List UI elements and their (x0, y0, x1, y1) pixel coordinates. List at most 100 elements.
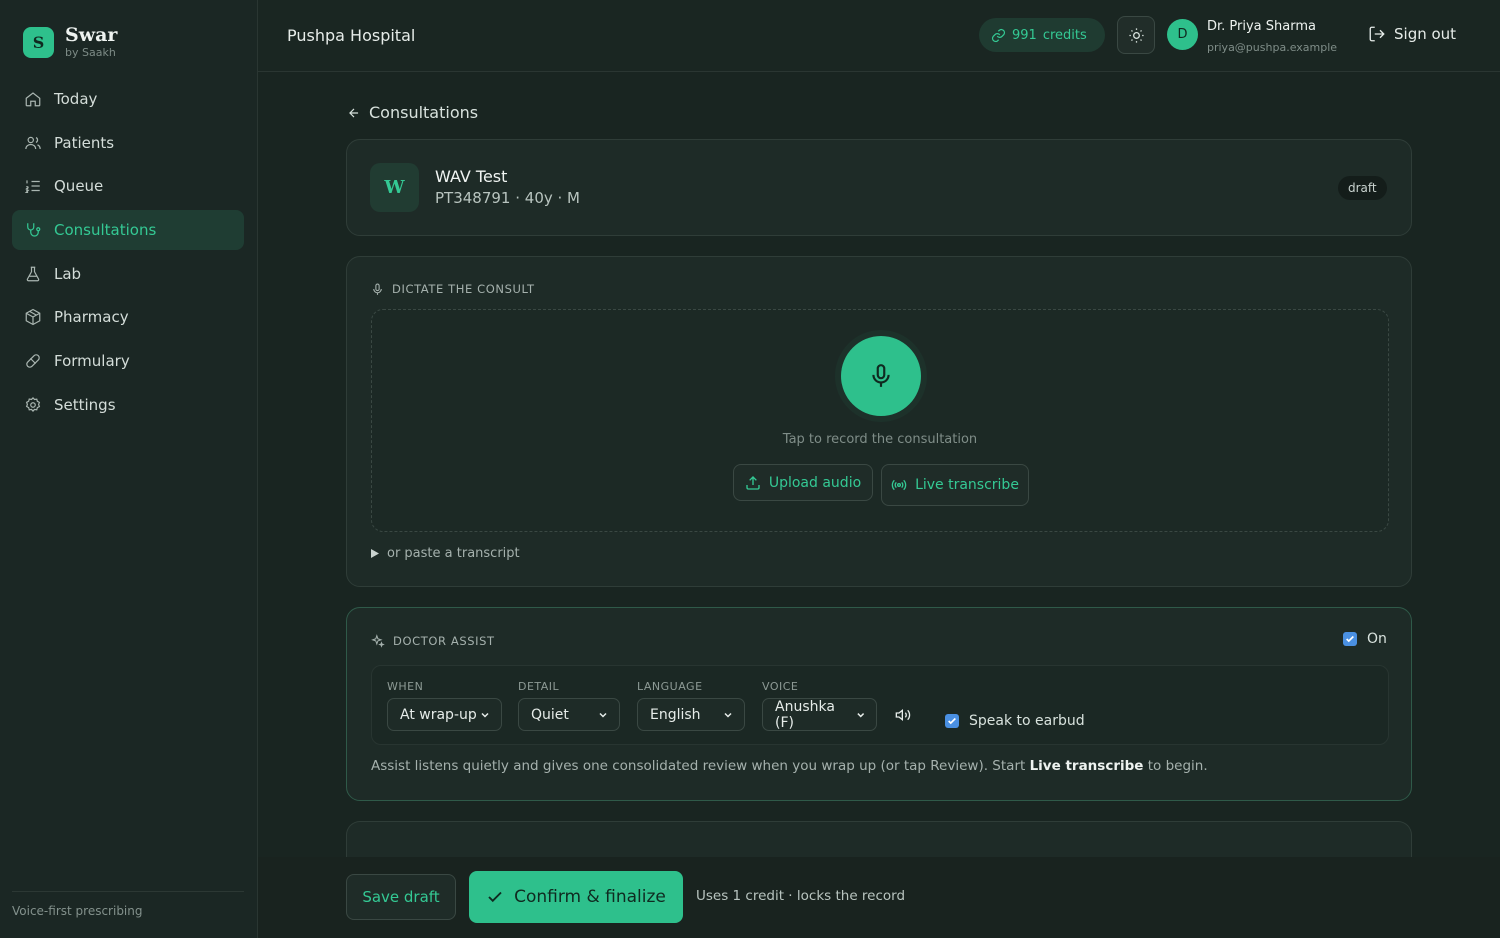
chevron-down-icon (481, 712, 489, 718)
brand[interactable]: S Swar by Saakh (23, 26, 117, 58)
earbud-label: Speak to earbud (969, 713, 1085, 729)
detail-label: DETAIL (518, 680, 560, 693)
check-icon (488, 891, 502, 903)
sidebar-item-consultations[interactable]: Consultations (12, 210, 244, 251)
record-dropzone[interactable]: Tap to record the consultation Upload au… (371, 309, 1389, 532)
voice-label: VOICE (762, 680, 799, 693)
when-label: WHEN (387, 680, 424, 693)
sidebar-item-label: Consultations (54, 221, 157, 240)
sidebar-item-label: Formulary (54, 352, 130, 371)
dictate-section-title: DICTATE THE CONSULT (371, 282, 535, 296)
when-value: At wrap-up (400, 706, 477, 723)
mic-small-icon (373, 283, 382, 295)
user-email: priya@pushpa.example (1207, 41, 1338, 54)
assist-description: Assist listens quietly and gives one con… (371, 758, 1208, 774)
dictate-card: DICTATE THE CONSULT Tap to record the co… (346, 256, 1412, 587)
chevron-down-icon (599, 712, 607, 718)
speak-to-earbud-toggle[interactable]: Speak to earbud (945, 713, 1085, 729)
sun-icon (1128, 27, 1144, 43)
live-transcribe-label: Live transcribe (915, 477, 1019, 493)
when-field: WHEN At wrap-up (387, 680, 502, 731)
patient-name: WAV Test (435, 167, 508, 186)
home-icon (25, 92, 41, 107)
record-button[interactable] (841, 336, 921, 416)
brand-name: Swar (65, 24, 118, 46)
stethoscope-icon (27, 223, 41, 237)
voice-field: VOICE Anushka (F) (762, 680, 877, 731)
assist-title: DOCTOR ASSIST (393, 634, 495, 648)
sidebar-item-label: Settings (54, 395, 116, 414)
list-ordered-icon (24, 180, 40, 194)
doctor-assist-card: DOCTOR ASSIST On WHEN At wrap-up DETAIL … (346, 607, 1412, 801)
paste-transcript-toggle[interactable]: or paste a transcript (371, 546, 520, 561)
sidebar-item-label: Today (54, 90, 98, 108)
logout-icon (1369, 26, 1385, 42)
when-select[interactable]: At wrap-up (387, 698, 502, 731)
credits-badge[interactable]: 991 credits (979, 18, 1105, 52)
gear-icon (25, 396, 41, 412)
caret-right-icon (371, 549, 379, 558)
confirm-finalize-button[interactable]: Confirm & finalize (469, 871, 683, 923)
chevron-down-icon (856, 712, 864, 717)
microphone-icon (872, 364, 890, 387)
link-icon (991, 28, 1006, 42)
sidebar-tagline: Voice-first prescribing (12, 891, 244, 918)
assist-toggle-label: On (1367, 631, 1387, 647)
sidebar-item-lab[interactable]: Lab (12, 254, 244, 294)
patient-avatar: W (370, 163, 419, 212)
paste-transcript-label: or paste a transcript (387, 546, 520, 561)
confirm-note: Uses 1 credit · locks the record (696, 888, 906, 904)
pill-icon (26, 354, 40, 368)
sidebar-item-formulary[interactable]: Formulary (12, 341, 244, 381)
user-name: Dr. Priya Sharma (1207, 19, 1316, 34)
sidebar-item-today[interactable]: Today (12, 79, 244, 119)
sidebar-item-patients[interactable]: Patients (12, 123, 244, 163)
assist-note-emphasis: Live transcribe (1029, 758, 1144, 774)
assist-settings: WHEN At wrap-up DETAIL Quiet LANGUAGE En… (371, 665, 1389, 745)
patient-meta: PT348791 · 40y · M (435, 189, 580, 207)
detail-select[interactable]: Quiet (518, 698, 620, 731)
users-icon (25, 136, 41, 149)
back-to-consultations-link[interactable]: Consultations (347, 103, 478, 122)
earbud-checkbox[interactable] (945, 714, 959, 728)
theme-toggle-button[interactable] (1117, 16, 1155, 54)
check-icon (948, 717, 956, 725)
assist-note-text: Assist listens quietly and gives one con… (371, 758, 1030, 774)
confirm-label: Confirm & finalize (514, 887, 666, 907)
flask-icon (26, 266, 40, 282)
hospital-name: Pushpa Hospital (287, 26, 416, 45)
sidebar: S Swar by Saakh Today Patients Queue Con… (0, 0, 258, 938)
voice-value: Anushka (F) (775, 698, 835, 731)
upload-audio-button[interactable]: Upload audio (733, 464, 873, 501)
top-bar: Pushpa Hospital 991 credits D Dr. Priya … (258, 0, 1500, 72)
assist-toggle[interactable]: On (1343, 631, 1387, 647)
sign-out-label: Sign out (1394, 25, 1457, 43)
sidebar-item-settings[interactable]: Settings (12, 385, 244, 425)
back-label: Consultations (369, 103, 479, 122)
package-icon (25, 309, 41, 326)
credits-value: 991 (1012, 27, 1037, 43)
sidebar-item-pharmacy[interactable]: Pharmacy (12, 297, 244, 337)
save-draft-button[interactable]: Save draft (346, 874, 456, 920)
credits-label: credits (1042, 27, 1087, 43)
avatar[interactable]: D (1167, 19, 1198, 50)
language-value: English (650, 706, 701, 723)
sparkles-icon (371, 634, 385, 648)
sign-out-button[interactable]: Sign out (1368, 25, 1456, 43)
chevron-down-icon (724, 712, 732, 718)
patient-card: W WAV Test PT348791 · 40y · M draft (346, 139, 1412, 236)
brand-subtitle: by Saakh (65, 46, 116, 59)
language-select[interactable]: English (637, 698, 745, 731)
voice-select[interactable]: Anushka (F) (762, 698, 877, 731)
assist-checkbox[interactable] (1343, 632, 1357, 646)
language-field: LANGUAGE English (637, 680, 745, 731)
sidebar-item-label: Lab (54, 264, 82, 283)
assist-note-suffix: to begin. (1143, 758, 1208, 774)
sidebar-item-label: Pharmacy (54, 308, 129, 327)
brand-logo: S (23, 26, 54, 58)
speaker-preview-icon[interactable] (895, 707, 911, 723)
sidebar-item-queue[interactable]: Queue (12, 166, 244, 206)
live-transcribe-button[interactable]: Live transcribe (881, 464, 1029, 506)
assist-section-title: DOCTOR ASSIST (371, 634, 495, 648)
dictate-title: DICTATE THE CONSULT (392, 282, 535, 296)
